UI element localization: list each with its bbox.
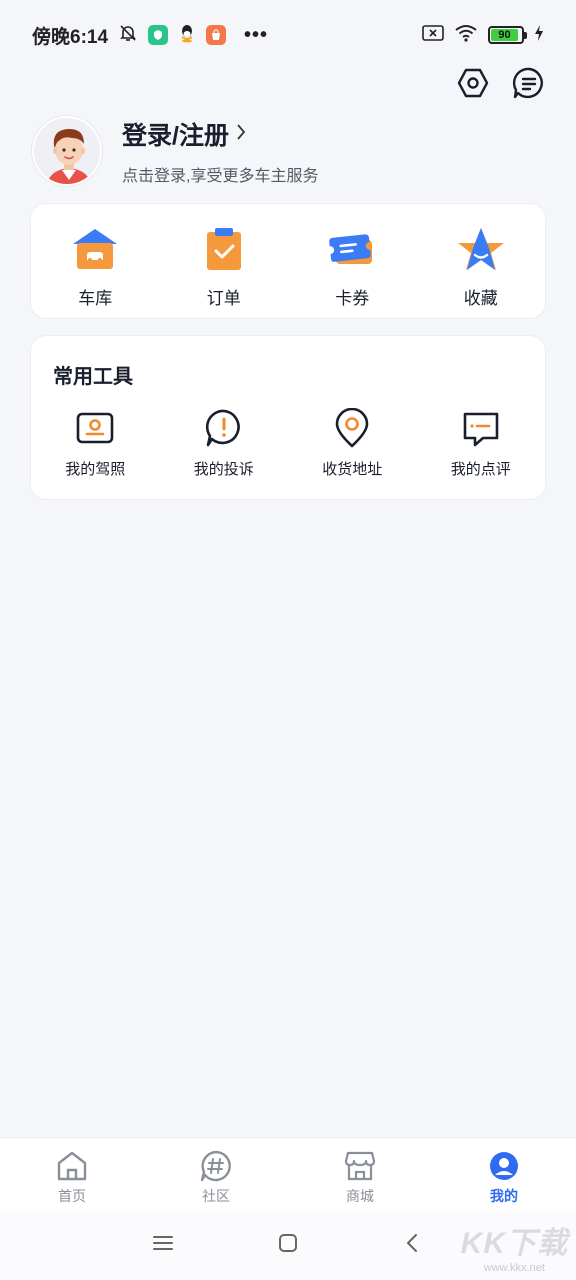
location-icon (332, 408, 372, 448)
nav-community[interactable]: 社区 (144, 1138, 288, 1211)
login-register-link[interactable]: 登录/注册 (122, 116, 318, 152)
tool-label: 我的点评 (450, 461, 511, 478)
charging-icon (534, 24, 544, 46)
square-icon (277, 1232, 299, 1259)
my-complaint-button[interactable]: 我的投诉 (160, 408, 289, 479)
message-icon (512, 66, 546, 105)
top-actions (456, 66, 546, 105)
bottom-nav: 首页 社区 商城 我的 (0, 1137, 576, 1211)
nav-home[interactable]: 首页 (0, 1138, 144, 1211)
settings-button[interactable] (456, 68, 490, 102)
login-subtitle: 点击登录,享受更多车主服务 (122, 168, 319, 185)
favorite-icon (455, 226, 507, 272)
sim-off-icon (422, 24, 444, 47)
nav-store[interactable]: 商城 (288, 1138, 432, 1211)
watermark-brand: KK下载 (460, 1227, 568, 1260)
my-license-button[interactable]: 我的驾照 (31, 408, 160, 479)
watermark: KK下载 www.kkx.net (461, 1218, 568, 1274)
main-item-label: 车库 (78, 289, 113, 308)
nav-label: 我的 (490, 1188, 518, 1204)
garage-icon (69, 226, 121, 272)
main-shortcuts-card: 车库 订单 卡券 收藏 (30, 203, 546, 319)
profile-text: 登录/注册 点击登录,享受更多车主服务 (122, 116, 318, 186)
status-icons-right: 90 (422, 23, 544, 48)
shopping-app-icon (206, 25, 227, 45)
home-system-button[interactable] (273, 1231, 303, 1261)
nav-mine[interactable]: 我的 (432, 1138, 576, 1211)
shipping-address-button[interactable]: 收货地址 (288, 408, 417, 479)
status-time: 傍晚6:14 (32, 26, 109, 48)
chevron-right-icon (235, 120, 247, 149)
garage-button[interactable]: 车库 (31, 204, 160, 318)
status-icons-left: ••• (118, 23, 268, 48)
tool-label: 收货地址 (322, 461, 383, 478)
coupon-button[interactable]: 卡券 (288, 204, 417, 318)
recent-apps-button[interactable] (148, 1231, 178, 1261)
battery-indicator: 90 (488, 26, 527, 44)
tools-title: 常用工具 (53, 366, 133, 388)
complaint-icon (204, 408, 244, 448)
settings-hexagon-icon (456, 66, 490, 105)
back-arrow-icon (402, 1232, 424, 1259)
wifi-icon (454, 23, 478, 48)
coupon-icon (326, 226, 378, 272)
back-button[interactable] (398, 1231, 428, 1261)
avatar[interactable] (32, 116, 102, 186)
nav-label: 社区 (202, 1188, 230, 1204)
review-icon (461, 408, 501, 448)
store-icon (343, 1150, 377, 1182)
tool-label: 我的投诉 (193, 461, 254, 478)
main-item-label: 卡券 (335, 289, 370, 308)
security-app-icon (148, 25, 169, 45)
nav-label: 商城 (346, 1188, 374, 1204)
main-item-label: 收藏 (463, 289, 498, 308)
menu-icon (152, 1233, 174, 1258)
status-bar: 傍晚6:14 ••• 90 (0, 0, 576, 70)
profile-icon (487, 1150, 521, 1182)
home-icon (55, 1150, 89, 1182)
license-icon (75, 408, 115, 448)
main-item-label: 订单 (206, 289, 241, 308)
my-review-button[interactable]: 我的点评 (417, 408, 546, 479)
more-notifications-icon: ••• (244, 24, 269, 46)
community-icon (199, 1150, 233, 1182)
login-title: 登录/注册 (122, 122, 229, 150)
bell-off-icon (118, 23, 138, 48)
common-tools-card: 常用工具 我的驾照 我的投诉 收货地址 我的点评 (30, 335, 546, 500)
nav-label: 首页 (58, 1188, 86, 1204)
order-button[interactable]: 订单 (160, 204, 289, 318)
favorite-button[interactable]: 收藏 (417, 204, 546, 318)
order-icon (198, 226, 250, 272)
watermark-url: www.kkx.net (483, 1262, 545, 1274)
battery-level: 90 (491, 29, 518, 41)
tool-label: 我的驾照 (65, 461, 126, 478)
qq-icon (178, 23, 196, 48)
tools-row: 我的驾照 我的投诉 收货地址 我的点评 (31, 408, 545, 479)
profile-section: 登录/注册 点击登录,享受更多车主服务 (32, 116, 318, 186)
message-button[interactable] (512, 66, 546, 105)
